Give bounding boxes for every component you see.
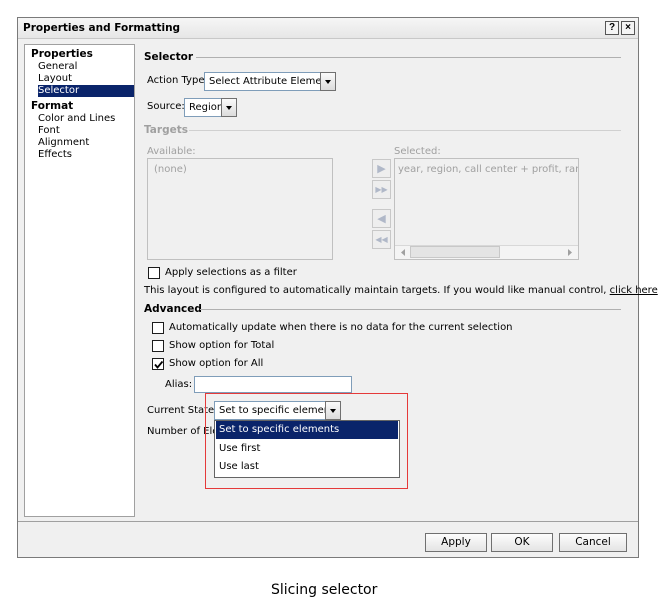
source-label: Source: bbox=[147, 101, 185, 112]
nav-item-alignment[interactable]: Alignment bbox=[38, 137, 146, 149]
button-bar-divider bbox=[18, 521, 638, 522]
nav-header-format[interactable]: Format bbox=[31, 100, 73, 112]
selected-list-item: year, region, call center + profit, rank… bbox=[398, 164, 578, 175]
highlight-annotation bbox=[205, 393, 408, 489]
figure-caption: Slicing selector bbox=[271, 582, 378, 598]
apply-filter-checkbox[interactable] bbox=[148, 267, 160, 279]
nav-item-effects[interactable]: Effects bbox=[38, 149, 146, 161]
double-arrow-right-icon: ▶▶ bbox=[375, 185, 388, 194]
action-type-dropdown[interactable]: Select Attribute Element bbox=[204, 72, 336, 91]
cancel-button[interactable]: Cancel bbox=[559, 533, 627, 552]
selected-list[interactable]: year, region, call center + profit, rank… bbox=[394, 158, 579, 260]
apply-filter-label: Apply selections as a filter bbox=[165, 267, 297, 278]
show-all-label: Show option for All bbox=[169, 358, 264, 369]
dialog-title: Properties and Formatting bbox=[23, 22, 181, 34]
help-button[interactable]: ? bbox=[605, 21, 619, 35]
move-all-right-button[interactable]: ▶▶ bbox=[372, 180, 391, 199]
properties-dialog: Properties and Formatting ? × Properties… bbox=[17, 17, 658, 558]
apply-button[interactable]: Apply bbox=[425, 533, 487, 552]
scroll-left-icon[interactable] bbox=[396, 246, 410, 259]
show-total-label: Show option for Total bbox=[169, 340, 275, 351]
manual-control-link[interactable]: click here bbox=[610, 285, 658, 296]
category-tree: Properties General Layout Selector Forma… bbox=[24, 44, 135, 517]
ok-button[interactable]: OK bbox=[491, 533, 553, 552]
title-bar: Properties and Formatting ? × bbox=[18, 18, 638, 39]
scroll-right-icon[interactable] bbox=[563, 246, 577, 259]
selected-label: Selected: bbox=[394, 146, 441, 157]
action-type-dropdown-button[interactable] bbox=[320, 72, 336, 91]
source-dropdown[interactable]: Region bbox=[184, 98, 237, 117]
selector-divider bbox=[196, 57, 621, 58]
auto-update-checkbox[interactable] bbox=[152, 322, 164, 334]
source-dropdown-button[interactable] bbox=[221, 98, 237, 117]
show-total-checkbox[interactable] bbox=[152, 340, 164, 352]
nav-item-color-and-lines[interactable]: Color and Lines bbox=[38, 113, 146, 125]
source-value: Region bbox=[189, 102, 224, 113]
targets-info-message: This layout is configured to automatical… bbox=[144, 285, 607, 296]
nav-item-selector[interactable]: Selector bbox=[38, 85, 134, 97]
selected-list-scrollbar[interactable] bbox=[395, 245, 578, 259]
targets-info-text: This layout is configured to automatical… bbox=[144, 285, 658, 296]
alias-label: Alias: bbox=[165, 379, 193, 390]
action-type-label: Action Type: bbox=[147, 75, 208, 86]
close-button[interactable]: × bbox=[621, 21, 635, 35]
arrow-left-icon: ◀ bbox=[377, 212, 386, 225]
nav-item-layout[interactable]: Layout bbox=[38, 73, 146, 85]
auto-update-label: Automatically update when there is no da… bbox=[169, 322, 513, 333]
nav-item-font[interactable]: Font bbox=[38, 125, 146, 137]
move-left-button[interactable]: ◀ bbox=[372, 209, 391, 228]
available-list-item: (none) bbox=[154, 164, 187, 175]
selector-section-header: Selector bbox=[144, 51, 194, 63]
advanced-section-header: Advanced bbox=[144, 303, 202, 315]
checkmark-icon bbox=[154, 360, 164, 369]
nav-header-properties[interactable]: Properties bbox=[31, 48, 93, 60]
double-arrow-left-icon: ◀◀ bbox=[375, 235, 388, 244]
chevron-down-icon bbox=[325, 80, 331, 84]
scroll-thumb[interactable] bbox=[410, 246, 500, 258]
available-label: Available: bbox=[147, 146, 196, 157]
move-all-left-button[interactable]: ◀◀ bbox=[372, 230, 391, 249]
chevron-down-icon bbox=[226, 106, 232, 110]
targets-divider bbox=[189, 130, 621, 131]
arrow-right-icon: ▶ bbox=[377, 162, 386, 175]
show-all-checkbox[interactable] bbox=[152, 358, 164, 370]
nav-item-general[interactable]: General bbox=[38, 61, 146, 73]
alias-input[interactable] bbox=[194, 376, 352, 393]
action-type-value: Select Attribute Element bbox=[209, 76, 332, 87]
advanced-divider bbox=[200, 309, 621, 310]
available-list[interactable]: (none) bbox=[147, 158, 333, 260]
move-right-button[interactable]: ▶ bbox=[372, 159, 391, 178]
targets-section-header: Targets bbox=[144, 124, 188, 136]
